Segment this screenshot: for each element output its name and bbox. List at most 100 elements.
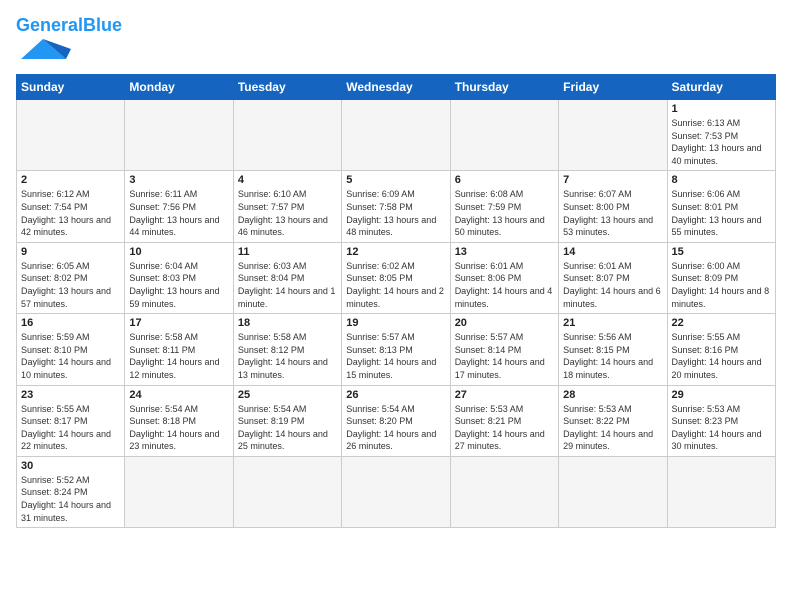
day-number: 5 xyxy=(346,174,445,186)
col-header-saturday: Saturday xyxy=(667,75,775,100)
day-info: Sunrise: 6:09 AM Sunset: 7:58 PM Dayligh… xyxy=(346,188,445,238)
calendar-cell xyxy=(342,456,450,527)
calendar-cell xyxy=(342,100,450,171)
day-info: Sunrise: 6:06 AM Sunset: 8:01 PM Dayligh… xyxy=(672,188,771,238)
calendar-header-row: SundayMondayTuesdayWednesdayThursdayFrid… xyxy=(17,75,776,100)
day-number: 1 xyxy=(672,103,771,115)
col-header-wednesday: Wednesday xyxy=(342,75,450,100)
day-info: Sunrise: 6:00 AM Sunset: 8:09 PM Dayligh… xyxy=(672,260,771,310)
calendar-cell: 20Sunrise: 5:57 AM Sunset: 8:14 PM Dayli… xyxy=(450,314,558,385)
day-number: 10 xyxy=(129,246,228,258)
day-number: 16 xyxy=(21,317,120,329)
day-number: 23 xyxy=(21,389,120,401)
day-info: Sunrise: 5:55 AM Sunset: 8:16 PM Dayligh… xyxy=(672,331,771,381)
calendar-cell: 26 Sunrise: 5:54 AM Sunset: 8:20 PM Dayli… xyxy=(342,385,450,456)
day-number: 24 xyxy=(129,389,228,401)
calendar-cell: 5 Sunrise: 6:09 AM Sunset: 7:58 PM Daylig… xyxy=(342,171,450,242)
calendar-cell: 21Sunrise: 5:56 AM Sunset: 8:15 PM Dayli… xyxy=(559,314,667,385)
calendar-cell xyxy=(450,100,558,171)
day-info: Sunrise: 6:11 AM Sunset: 7:56 PM Dayligh… xyxy=(129,188,228,238)
day-info: Sunrise: 5:53 AM Sunset: 8:22 PM Dayligh… xyxy=(563,403,662,453)
calendar-table: SundayMondayTuesdayWednesdayThursdayFrid… xyxy=(16,74,776,528)
day-number: 6 xyxy=(455,174,554,186)
day-info: Sunrise: 6:08 AM Sunset: 7:59 PM Dayligh… xyxy=(455,188,554,238)
calendar-cell: 2Sunrise: 6:12 AM Sunset: 7:54 PM Daylig… xyxy=(17,171,125,242)
day-info: Sunrise: 5:54 AM Sunset: 8:20 PM Dayligh… xyxy=(346,403,445,453)
day-info: Sunrise: 6:02 AM Sunset: 8:05 PM Dayligh… xyxy=(346,260,445,310)
day-number: 4 xyxy=(238,174,337,186)
day-number: 22 xyxy=(672,317,771,329)
calendar-cell xyxy=(233,100,341,171)
day-number: 15 xyxy=(672,246,771,258)
calendar-cell: 18Sunrise: 5:58 AM Sunset: 8:12 PM Dayli… xyxy=(233,314,341,385)
day-info: Sunrise: 6:12 AM Sunset: 7:54 PM Dayligh… xyxy=(21,188,120,238)
day-number: 13 xyxy=(455,246,554,258)
day-info: Sunrise: 6:10 AM Sunset: 7:57 PM Dayligh… xyxy=(238,188,337,238)
calendar-cell: 23Sunrise: 5:55 AM Sunset: 8:17 PM Dayli… xyxy=(17,385,125,456)
logo-blue: Blue xyxy=(83,15,122,35)
logo: GeneralBlue xyxy=(16,16,122,64)
calendar-cell: 7 Sunrise: 6:07 AM Sunset: 8:00 PM Daylig… xyxy=(559,171,667,242)
col-header-sunday: Sunday xyxy=(17,75,125,100)
calendar-cell: 11 Sunrise: 6:03 AM Sunset: 8:04 PM Dayli… xyxy=(233,242,341,313)
calendar-cell xyxy=(559,100,667,171)
calendar-cell: 10 Sunrise: 6:04 AM Sunset: 8:03 PM Dayli… xyxy=(125,242,233,313)
calendar-cell: 16 Sunrise: 5:59 AM Sunset: 8:10 PM Dayli… xyxy=(17,314,125,385)
calendar-cell xyxy=(233,456,341,527)
day-number: 25 xyxy=(238,389,337,401)
calendar-cell: 13 Sunrise: 6:01 AM Sunset: 8:06 PM Dayli… xyxy=(450,242,558,313)
day-number: 11 xyxy=(238,246,337,258)
calendar-cell: 30 Sunrise: 5:52 AM Sunset: 8:24 PM Dayli… xyxy=(17,456,125,527)
col-header-tuesday: Tuesday xyxy=(233,75,341,100)
calendar-week-0: 1Sunrise: 6:13 AM Sunset: 7:53 PM Daylig… xyxy=(17,100,776,171)
calendar-cell: 9Sunrise: 6:05 AM Sunset: 8:02 PM Daylig… xyxy=(17,242,125,313)
logo-general: General xyxy=(16,15,83,35)
day-number: 26 xyxy=(346,389,445,401)
calendar-cell: 1Sunrise: 6:13 AM Sunset: 7:53 PM Daylig… xyxy=(667,100,775,171)
calendar-cell: 17Sunrise: 5:58 AM Sunset: 8:11 PM Dayli… xyxy=(125,314,233,385)
calendar-week-2: 9Sunrise: 6:05 AM Sunset: 8:02 PM Daylig… xyxy=(17,242,776,313)
day-number: 30 xyxy=(21,460,120,472)
page-header: GeneralBlue xyxy=(16,16,776,64)
day-info: Sunrise: 6:04 AM Sunset: 8:03 PM Dayligh… xyxy=(129,260,228,310)
day-info: Sunrise: 6:07 AM Sunset: 8:00 PM Dayligh… xyxy=(563,188,662,238)
day-number: 20 xyxy=(455,317,554,329)
day-number: 9 xyxy=(21,246,120,258)
calendar-cell: 28 Sunrise: 5:53 AM Sunset: 8:22 PM Dayli… xyxy=(559,385,667,456)
day-info: Sunrise: 5:58 AM Sunset: 8:11 PM Dayligh… xyxy=(129,331,228,381)
day-info: Sunrise: 5:54 AM Sunset: 8:18 PM Dayligh… xyxy=(129,403,228,453)
day-info: Sunrise: 6:01 AM Sunset: 8:06 PM Dayligh… xyxy=(455,260,554,310)
calendar-cell: 25 Sunrise: 5:54 AM Sunset: 8:19 PM Dayli… xyxy=(233,385,341,456)
day-info: Sunrise: 5:57 AM Sunset: 8:13 PM Dayligh… xyxy=(346,331,445,381)
calendar-cell: 15 Sunrise: 6:00 AM Sunset: 8:09 PM Dayli… xyxy=(667,242,775,313)
day-info: Sunrise: 5:52 AM Sunset: 8:24 PM Dayligh… xyxy=(21,474,120,524)
calendar-cell: 24 Sunrise: 5:54 AM Sunset: 8:18 PM Dayli… xyxy=(125,385,233,456)
day-number: 29 xyxy=(672,389,771,401)
day-info: Sunrise: 5:56 AM Sunset: 8:15 PM Dayligh… xyxy=(563,331,662,381)
day-info: Sunrise: 5:58 AM Sunset: 8:12 PM Dayligh… xyxy=(238,331,337,381)
logo-icon xyxy=(16,34,71,64)
day-info: Sunrise: 6:03 AM Sunset: 8:04 PM Dayligh… xyxy=(238,260,337,310)
day-info: Sunrise: 5:53 AM Sunset: 8:23 PM Dayligh… xyxy=(672,403,771,453)
calendar-week-4: 23Sunrise: 5:55 AM Sunset: 8:17 PM Dayli… xyxy=(17,385,776,456)
calendar-cell: 3Sunrise: 6:11 AM Sunset: 7:56 PM Daylig… xyxy=(125,171,233,242)
calendar-cell: 29 Sunrise: 5:53 AM Sunset: 8:23 PM Dayli… xyxy=(667,385,775,456)
calendar-cell: 22 Sunrise: 5:55 AM Sunset: 8:16 PM Dayli… xyxy=(667,314,775,385)
col-header-friday: Friday xyxy=(559,75,667,100)
day-info: Sunrise: 5:54 AM Sunset: 8:19 PM Dayligh… xyxy=(238,403,337,453)
day-number: 19 xyxy=(346,317,445,329)
calendar-cell: 19 Sunrise: 5:57 AM Sunset: 8:13 PM Dayli… xyxy=(342,314,450,385)
calendar-cell: 4 Sunrise: 6:10 AM Sunset: 7:57 PM Daylig… xyxy=(233,171,341,242)
calendar-cell: 6 Sunrise: 6:08 AM Sunset: 7:59 PM Daylig… xyxy=(450,171,558,242)
calendar-week-5: 30 Sunrise: 5:52 AM Sunset: 8:24 PM Dayli… xyxy=(17,456,776,527)
calendar-cell: 8Sunrise: 6:06 AM Sunset: 8:01 PM Daylig… xyxy=(667,171,775,242)
calendar-cell: 14Sunrise: 6:01 AM Sunset: 8:07 PM Dayli… xyxy=(559,242,667,313)
day-info: Sunrise: 5:59 AM Sunset: 8:10 PM Dayligh… xyxy=(21,331,120,381)
day-number: 28 xyxy=(563,389,662,401)
calendar-cell: 27Sunrise: 5:53 AM Sunset: 8:21 PM Dayli… xyxy=(450,385,558,456)
day-number: 7 xyxy=(563,174,662,186)
day-number: 27 xyxy=(455,389,554,401)
day-info: Sunrise: 6:01 AM Sunset: 8:07 PM Dayligh… xyxy=(563,260,662,310)
calendar-cell xyxy=(125,100,233,171)
logo-text: GeneralBlue xyxy=(16,16,122,34)
